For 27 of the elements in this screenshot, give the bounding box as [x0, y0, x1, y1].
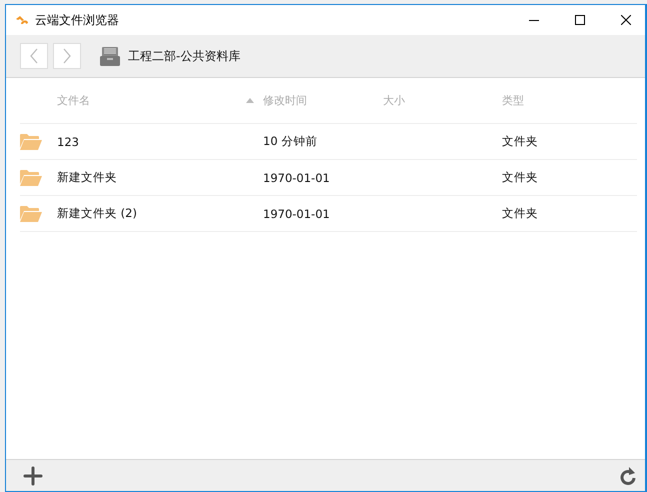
modified-time: 10 分钟前 [263, 134, 318, 149]
modified-time: 1970-01-01 [263, 170, 331, 184]
file-type: 文件夹 [502, 206, 539, 221]
close-icon[interactable] [621, 15, 631, 25]
window-title: 云端文件浏览器 [35, 12, 119, 28]
column-header[interactable]: 文件名 [57, 93, 237, 108]
app-logo-icon [15, 15, 29, 25]
file-type: 文件夹 [502, 170, 539, 185]
modified-time: 1970-01-01 [263, 206, 331, 220]
column-header[interactable]: 大小 [383, 93, 502, 108]
file-name[interactable]: 新建文件夹 [57, 170, 237, 185]
sort-arrow-icon [246, 98, 254, 103]
column-header[interactable]: 修改时间 [263, 93, 383, 108]
folder-icon [20, 206, 42, 222]
location-path: 工程二部-公共资料库 [128, 48, 240, 64]
column-header[interactable]: 类型 [502, 93, 637, 108]
folder-icon [20, 170, 42, 186]
chevron-left-icon [29, 48, 39, 64]
file-cabinet-icon [100, 46, 120, 66]
refresh-icon[interactable] [619, 466, 637, 486]
file-type: 文件夹 [502, 134, 539, 149]
file-name[interactable]: 123 [57, 134, 237, 148]
maximize-icon[interactable] [575, 15, 585, 25]
chevron-right-icon [62, 48, 72, 64]
folder-icon [20, 134, 42, 150]
add-icon[interactable] [23, 466, 43, 486]
file-name[interactable]: 新建文件夹 (2) [57, 206, 237, 221]
